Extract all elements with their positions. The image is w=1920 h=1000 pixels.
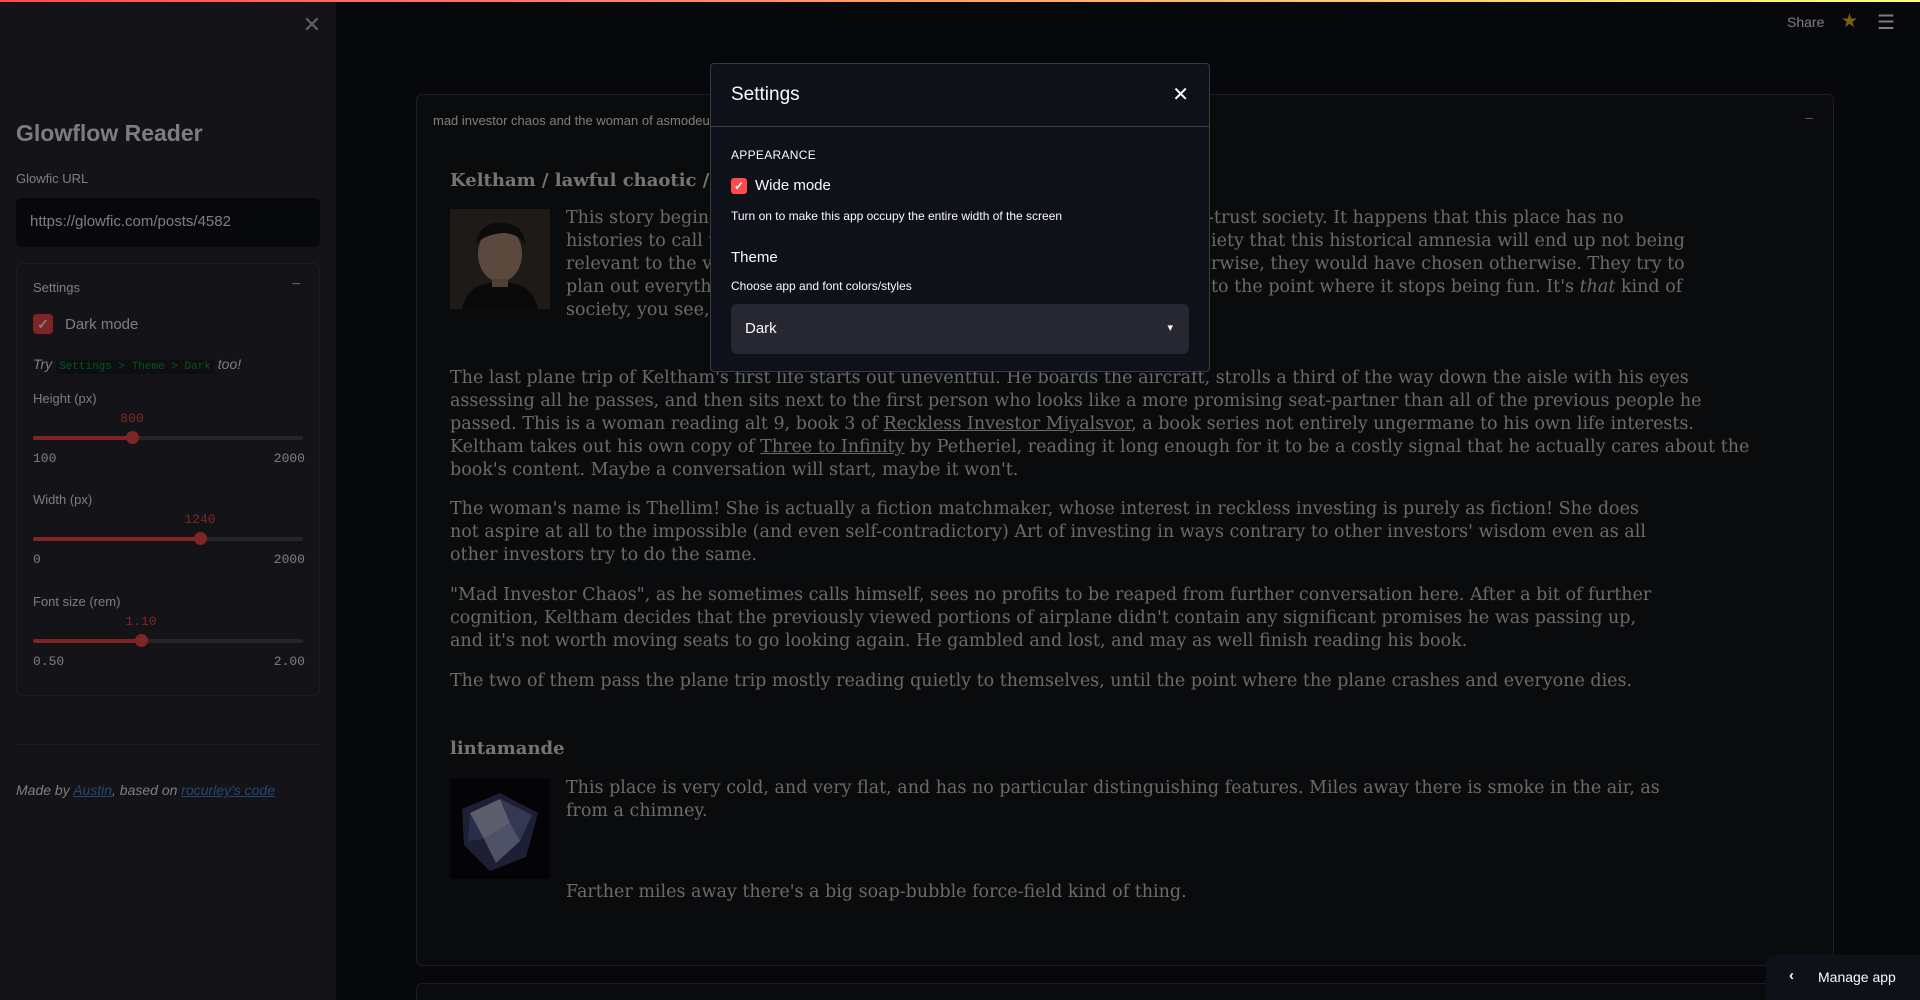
- theme-select[interactable]: Dark ▾: [731, 304, 1189, 354]
- settings-modal: Settings ✕ APPEARANCE ✓ Wide mode Turn o…: [710, 63, 1210, 372]
- wide-mode-label: Wide mode: [755, 177, 831, 194]
- manage-app-label: Manage app: [1818, 969, 1896, 985]
- theme-select-value: Dark: [745, 320, 777, 337]
- top-decoration-bar: [0, 0, 1920, 2]
- manage-app-button[interactable]: ‹ Manage app: [1766, 955, 1920, 1000]
- theme-label: Theme: [731, 249, 778, 266]
- chevron-left-icon: ‹: [1789, 967, 1794, 984]
- theme-help: Choose app and font colors/styles: [731, 279, 912, 293]
- chevron-down-icon[interactable]: ▾: [1167, 321, 1173, 334]
- wide-mode-checkbox[interactable]: ✓ Wide mode: [731, 177, 831, 194]
- modal-title: Settings: [731, 84, 800, 105]
- close-icon[interactable]: ✕: [1172, 82, 1189, 107]
- checkmark-icon[interactable]: ✓: [731, 177, 747, 194]
- appearance-heading: APPEARANCE: [731, 148, 817, 162]
- modal-header: Settings ✕: [711, 64, 1209, 127]
- wide-mode-help: Turn on to make this app occupy the enti…: [731, 209, 1063, 223]
